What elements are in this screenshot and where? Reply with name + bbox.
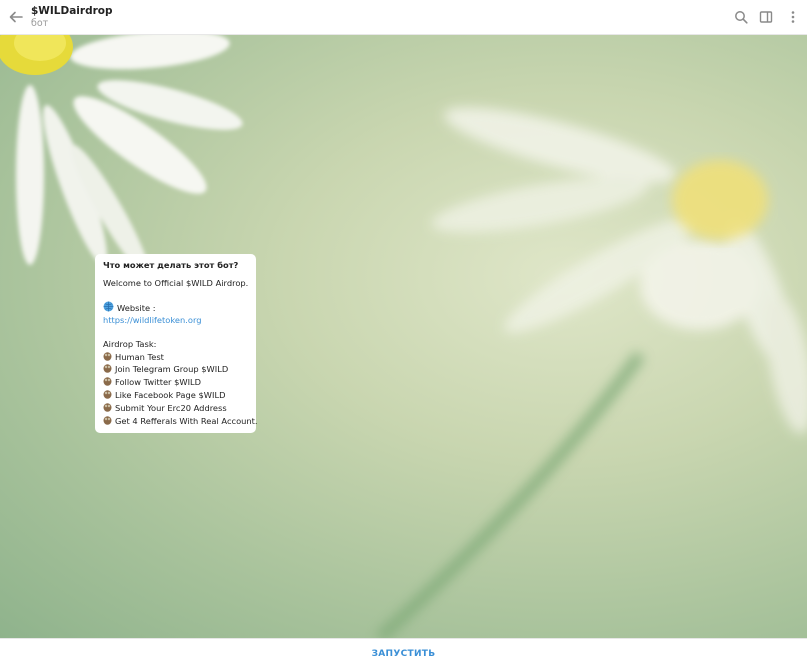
- task-text: Join Telegram Group $WILD: [115, 364, 229, 375]
- bubble-heading: Что может делать этот бот?: [103, 260, 239, 270]
- start-button[interactable]: ЗАПУСТИТЬ: [0, 649, 807, 659]
- chat-background: Что может делать этот бот? Welcome to Of…: [0, 35, 807, 638]
- website-link[interactable]: https://wildlifetoken.org: [103, 315, 202, 325]
- bot-description-bubble: Что может делать этот бот? Welcome to Of…: [95, 254, 258, 434]
- chat-title[interactable]: $WILDairdrop: [31, 5, 113, 17]
- more-options-icon[interactable]: [786, 10, 800, 24]
- chat-header: $WILDairdrop бот: [0, 0, 807, 35]
- back-arrow-icon[interactable]: [8, 9, 24, 25]
- search-icon[interactable]: [734, 10, 748, 24]
- owl-icon: [103, 402, 112, 412]
- task-text: Like Facebook Page $WILD: [115, 389, 226, 400]
- sidebar-toggle-icon[interactable]: [759, 10, 773, 24]
- list-item: Follow Twitter $WILD: [103, 376, 248, 389]
- list-item: Like Facebook Page $WILD: [103, 389, 248, 402]
- bottom-bar: ЗАПУСТИТЬ: [0, 638, 807, 668]
- website-label: Website :: [117, 303, 156, 314]
- owl-icon: [103, 364, 112, 374]
- owl-icon: [103, 415, 112, 425]
- list-item: Get 4 Refferals With Real Account.: [103, 415, 258, 428]
- list-item: Join Telegram Group $WILD: [103, 363, 248, 376]
- task-text: Human Test: [115, 351, 164, 362]
- owl-icon: [103, 351, 112, 361]
- chat-subtitle: бот: [31, 18, 49, 29]
- owl-icon: [103, 377, 112, 386]
- tasks-label: Airdrop Task:: [103, 338, 157, 349]
- task-text: Follow Twitter $WILD: [115, 377, 202, 388]
- list-item: Human Test: [103, 351, 248, 364]
- globe-icon: [103, 301, 114, 312]
- welcome-text: Welcome to Official $WILD Airdrop.: [103, 277, 249, 288]
- task-text: Get 4 Refferals With Real Account.: [115, 415, 258, 426]
- task-text: Submit Your Erc20 Address: [115, 402, 227, 413]
- owl-icon: [103, 390, 112, 399]
- list-item: Submit Your Erc20 Address: [103, 402, 248, 415]
